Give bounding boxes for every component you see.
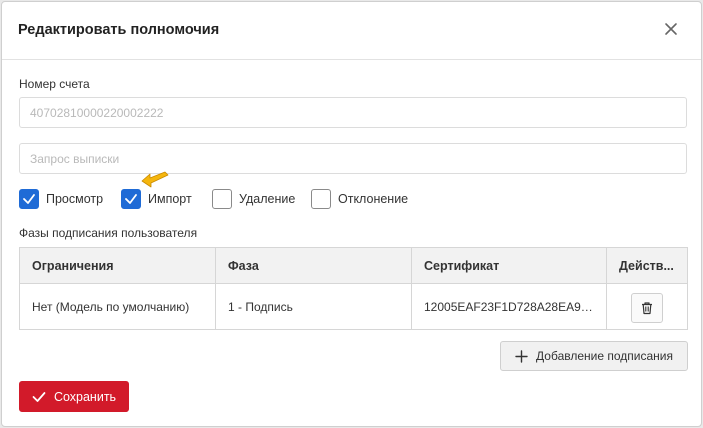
column-header-certificate[interactable]: Сертификат [412,248,607,284]
restriction-cell: Нет (Модель по умолчанию) [20,284,216,330]
plus-icon [515,349,528,363]
table-row: Нет (Модель по умолчанию) 1 - Подпись 12… [20,284,687,330]
table-header: Ограничения Фаза Сертификат Действ... [20,248,687,284]
close-icon[interactable] [663,21,681,39]
save-button[interactable]: Сохранить [19,381,129,412]
actions-cell [607,284,687,330]
checkbox-label: Удаление [239,192,296,206]
check-icon [23,194,35,204]
checkbox-unchecked[interactable] [212,189,232,209]
column-header-phase[interactable]: Фаза [216,248,412,284]
permission-delete-checkbox[interactable]: Удаление [212,188,295,210]
column-header-actions[interactable]: Действ... [607,248,687,284]
checkbox-unchecked[interactable] [311,189,331,209]
add-signing-label: Добавление подписания [536,349,673,363]
certificate-cell: 12005EAF23F1D728A28EA9E3... [412,284,607,330]
check-icon [32,391,46,402]
permission-reject-checkbox[interactable]: Отклонение [311,188,408,210]
edit-permissions-dialog: Редактировать полномочия Номер счета Про… [1,1,702,427]
save-label: Сохранить [53,389,117,404]
checkbox-checked[interactable] [121,189,141,209]
delete-row-button[interactable] [631,293,663,323]
account-number-label: Номер счета [19,77,90,91]
check-icon [125,194,137,204]
checkbox-label: Отклонение [338,192,409,206]
column-header-restrictions[interactable]: Ограничения [20,248,216,284]
statement-request-input[interactable] [19,143,687,174]
phase-cell: 1 - Подпись [216,284,412,330]
checkbox-label: Импорт [148,192,192,206]
add-signing-button[interactable]: Добавление подписания [500,341,688,371]
account-number-field[interactable] [19,97,687,128]
dialog-header: Редактировать полномочия [2,2,701,60]
signing-phases-label: Фазы подписания пользователя [19,226,198,240]
trash-icon [642,302,652,315]
signing-phases-table: Ограничения Фаза Сертификат Действ... Не… [19,247,688,330]
pointer-arrow-icon [141,171,169,188]
checkbox-checked[interactable] [19,189,39,209]
dialog-title: Редактировать полномочия [18,22,220,38]
permission-view-checkbox[interactable]: Просмотр [19,188,103,210]
permission-import-checkbox[interactable]: Импорт [121,188,192,210]
checkbox-label: Просмотр [46,192,104,206]
